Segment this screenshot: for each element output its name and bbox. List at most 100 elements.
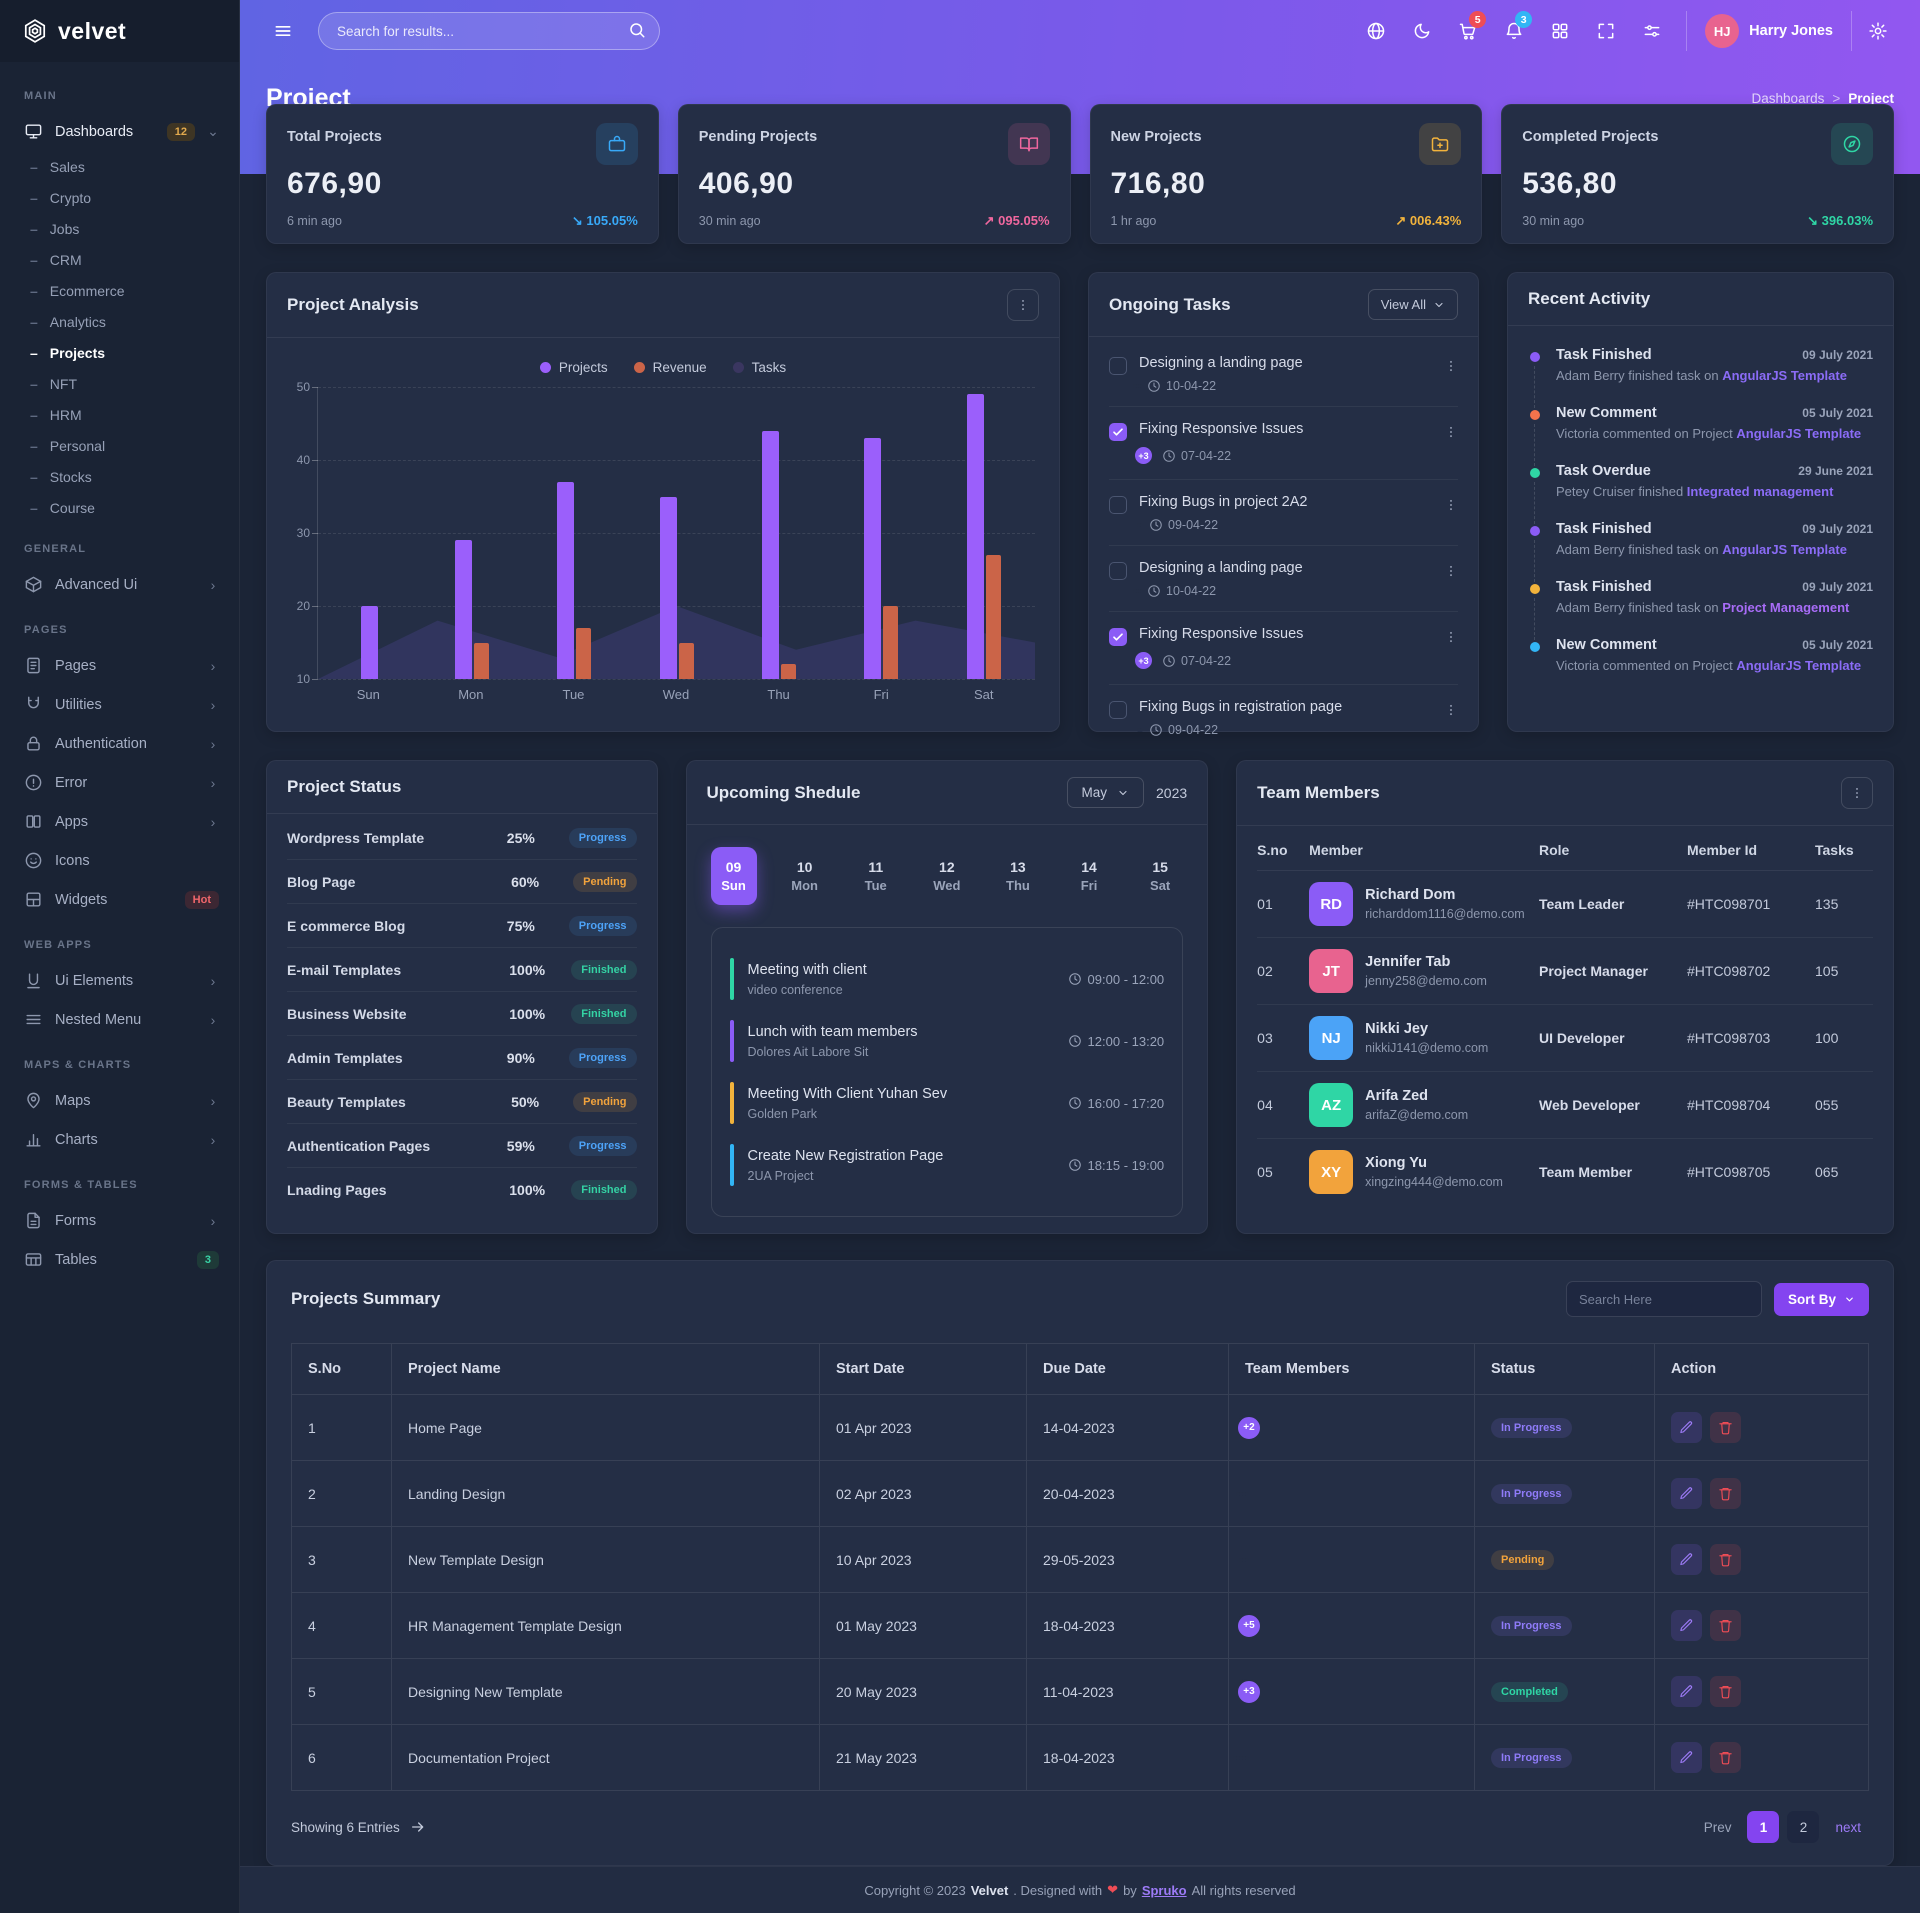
sidebar-subitem-jobs[interactable]: –Jobs [0, 213, 239, 244]
task-checkbox[interactable] [1109, 496, 1127, 514]
sidebar-subitem-analytics[interactable]: –Analytics [0, 306, 239, 337]
activity-link[interactable]: Integrated management [1687, 484, 1834, 499]
sidebar-item-charts[interactable]: Charts› [0, 1120, 239, 1159]
view-all-button[interactable]: View All [1368, 289, 1458, 320]
task-checkbox[interactable] [1109, 701, 1127, 719]
summary-search-input[interactable] [1566, 1281, 1762, 1317]
sidebar-item-icons[interactable]: Icons [0, 841, 239, 880]
edit-button[interactable] [1671, 1610, 1702, 1641]
pagination-next[interactable]: next [1827, 1811, 1869, 1843]
edit-button[interactable] [1671, 1544, 1702, 1575]
navbar-bell-button[interactable]: 3 [1494, 11, 1534, 51]
schedule-day-sun[interactable]: 09Sun [711, 847, 757, 905]
sidebar-item-widgets[interactable]: WidgetsHot [0, 880, 239, 919]
schedule-day-fri[interactable]: 14Fri [1066, 847, 1112, 905]
activity-link[interactable]: AngularJS Template [1736, 426, 1861, 441]
delete-button[interactable] [1710, 1478, 1741, 1509]
sidebar-item-apps[interactable]: Apps› [0, 802, 239, 841]
sidebar-subitem-course[interactable]: –Course [0, 492, 239, 523]
pagination-page-1[interactable]: 1 [1747, 1811, 1779, 1843]
task-menu-button[interactable] [1444, 421, 1458, 443]
navbar-fullscreen-button[interactable] [1586, 11, 1626, 51]
brand-logo[interactable]: velvet [0, 0, 239, 62]
task-menu-button[interactable] [1444, 626, 1458, 648]
edit-button[interactable] [1671, 1478, 1702, 1509]
sidebar-subitem-stocks[interactable]: –Stocks [0, 461, 239, 492]
navbar-cart-button[interactable]: 5 [1448, 11, 1488, 51]
day-weekday: Wed [933, 878, 960, 893]
team-sno: 01 [1257, 896, 1309, 912]
task-checkbox[interactable] [1109, 628, 1127, 646]
navbar-moon-button[interactable] [1402, 11, 1442, 51]
sort-by-button[interactable]: Sort By [1774, 1283, 1869, 1316]
sidebar-item-advanced-ui[interactable]: Advanced Ui› [0, 565, 239, 604]
hamburger-menu-icon[interactable] [266, 14, 300, 48]
projects-bar [361, 606, 378, 679]
sidebar-item-utilities[interactable]: Utilities› [0, 685, 239, 724]
edit-button[interactable] [1671, 1676, 1702, 1707]
navbar-globe-button[interactable] [1356, 11, 1396, 51]
activity-link[interactable]: AngularJS Template [1722, 368, 1847, 383]
sidebar-subitem-ecommerce[interactable]: –Ecommerce [0, 275, 239, 306]
task-checkbox[interactable] [1109, 562, 1127, 580]
delete-button[interactable] [1710, 1544, 1741, 1575]
edit-button[interactable] [1671, 1742, 1702, 1773]
sidebar-item-dashboards[interactable]: Dashboards12⌄ [0, 112, 239, 151]
sidebar-item-tables[interactable]: Tables3 [0, 1240, 239, 1279]
activity-link[interactable]: Project Management [1722, 600, 1849, 615]
task-date-value: 09-04-22 [1168, 723, 1218, 737]
activity-dot [1530, 410, 1540, 420]
schedule-day-mon[interactable]: 10Mon [782, 847, 828, 905]
delete-button[interactable] [1710, 1610, 1741, 1641]
sidebar-item-error[interactable]: Error› [0, 763, 239, 802]
sidebar-subitem-personal[interactable]: –Personal [0, 430, 239, 461]
edit-button[interactable] [1671, 1412, 1702, 1443]
sidebar-item-authentication[interactable]: Authentication› [0, 724, 239, 763]
sidebar-subitem-crypto[interactable]: –Crypto [0, 182, 239, 213]
schedule-day-wed[interactable]: 12Wed [924, 847, 970, 905]
status-percent: 90% [507, 1050, 569, 1066]
avatar-group: +3 [1245, 1679, 1262, 1705]
navbar-sliders-button[interactable] [1632, 11, 1672, 51]
task-menu-button[interactable] [1444, 355, 1458, 377]
compass-icon [1831, 123, 1873, 165]
spruko-link[interactable]: Spruko [1142, 1883, 1187, 1898]
activity-link[interactable]: AngularJS Template [1736, 658, 1861, 673]
user-menu[interactable]: HJHarry Jones [1686, 11, 1852, 51]
schedule-day-sat[interactable]: 15Sat [1137, 847, 1183, 905]
sidebar-item-nested-menu[interactable]: Nested Menu› [0, 1000, 239, 1039]
sidebar-item-ui-elements[interactable]: Ui Elements› [0, 961, 239, 1000]
status-badge: Finished [571, 1180, 636, 1200]
sidebar-subitem-projects[interactable]: –Projects [0, 337, 239, 368]
pagination-page-2[interactable]: 2 [1787, 1811, 1819, 1843]
activity-link[interactable]: AngularJS Template [1722, 542, 1847, 557]
sidebar-subitem-crm[interactable]: –CRM [0, 244, 239, 275]
sidebar-item-forms[interactable]: Forms› [0, 1201, 239, 1240]
delete-button[interactable] [1710, 1676, 1741, 1707]
task-menu-button[interactable] [1444, 560, 1458, 582]
sidebar-subitem-nft[interactable]: –NFT [0, 368, 239, 399]
task-menu-button[interactable] [1444, 699, 1458, 721]
task-checkbox[interactable] [1109, 357, 1127, 375]
sidebar-subitem-hrm[interactable]: –HRM [0, 399, 239, 430]
navbar-grid-button[interactable] [1540, 11, 1580, 51]
search-input[interactable] [318, 12, 660, 50]
sidebar-item-pages[interactable]: Pages› [0, 646, 239, 685]
sidebar-item-maps[interactable]: Maps› [0, 1081, 239, 1120]
sidebar-subitem-sales[interactable]: –Sales [0, 151, 239, 182]
search-icon[interactable] [628, 21, 646, 39]
month-select[interactable]: May [1067, 777, 1145, 808]
schedule-day-thu[interactable]: 13Thu [995, 847, 1041, 905]
delete-button[interactable] [1710, 1742, 1741, 1773]
member-name: Richard Dom [1365, 887, 1525, 903]
task-checkbox[interactable] [1109, 423, 1127, 441]
project-analysis-menu-button[interactable] [1007, 289, 1039, 321]
status-row: E-mail Templates100%Finished [287, 948, 637, 992]
navbar-settings-button[interactable] [1858, 11, 1898, 51]
schedule-day-tue[interactable]: 11Tue [853, 847, 899, 905]
stat-card-total-projects: Total Projects676,906 min ago↘ 105.05% [266, 104, 659, 244]
delete-button[interactable] [1710, 1412, 1741, 1443]
task-menu-button[interactable] [1444, 494, 1458, 516]
team-members-menu-button[interactable] [1841, 777, 1873, 809]
pagination-prev[interactable]: Prev [1696, 1811, 1740, 1843]
